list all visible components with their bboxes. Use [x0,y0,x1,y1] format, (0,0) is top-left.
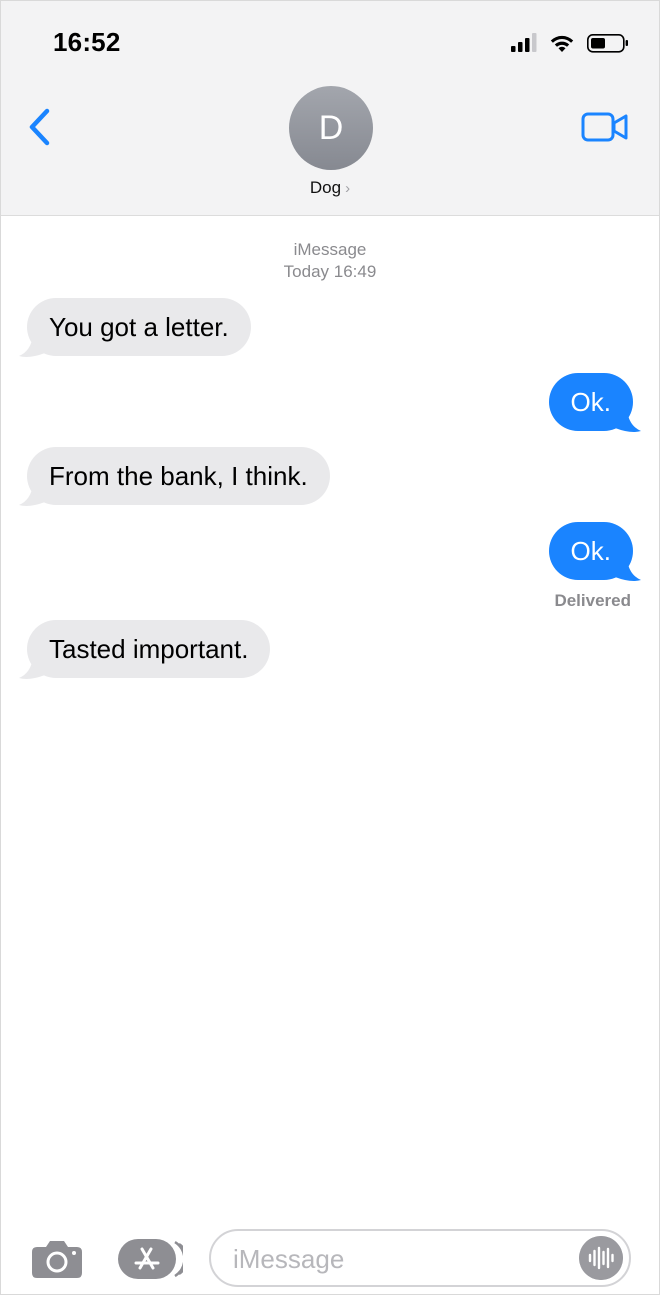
message-input-container [209,1229,631,1287]
status-time: 16:52 [53,27,121,57]
conversation-header: 16:52 D Dog › [1,1,659,216]
battery-icon [587,34,628,53]
outgoing-message[interactable]: Ok. [548,522,633,580]
incoming-message[interactable]: From the bank, I think. [27,447,330,505]
video-camera-icon[interactable] [581,111,629,143]
service-label: iMessage [293,240,367,259]
waveform-icon[interactable] [579,1236,623,1280]
outgoing-message[interactable]: Ok. [548,373,633,431]
contact-name: Dog [309,178,342,197]
incoming-message[interactable]: You got a letter. [27,298,251,356]
cellular-signal-icon [511,33,537,52]
app-store-icon[interactable] [117,1238,183,1280]
message-input[interactable] [231,1240,575,1278]
incoming-message[interactable]: Tasted important. [27,620,271,678]
thread-timestamp: Today 16:49 [283,262,377,281]
messages-screen: 16:52 D Dog › iMessage Today 16:49 You g… [0,0,660,1295]
status-icons [511,33,628,53]
back-chevron-icon[interactable] [23,105,57,149]
avatar-initial: D [318,109,344,147]
camera-icon[interactable] [31,1239,83,1279]
contact-avatar[interactable]: D [289,86,373,170]
wifi-icon [550,35,574,52]
contact-name-button[interactable]: Dog › [1,178,659,198]
delivered-status: Delivered [554,591,631,610]
chevron-right-icon: › [345,180,351,197]
